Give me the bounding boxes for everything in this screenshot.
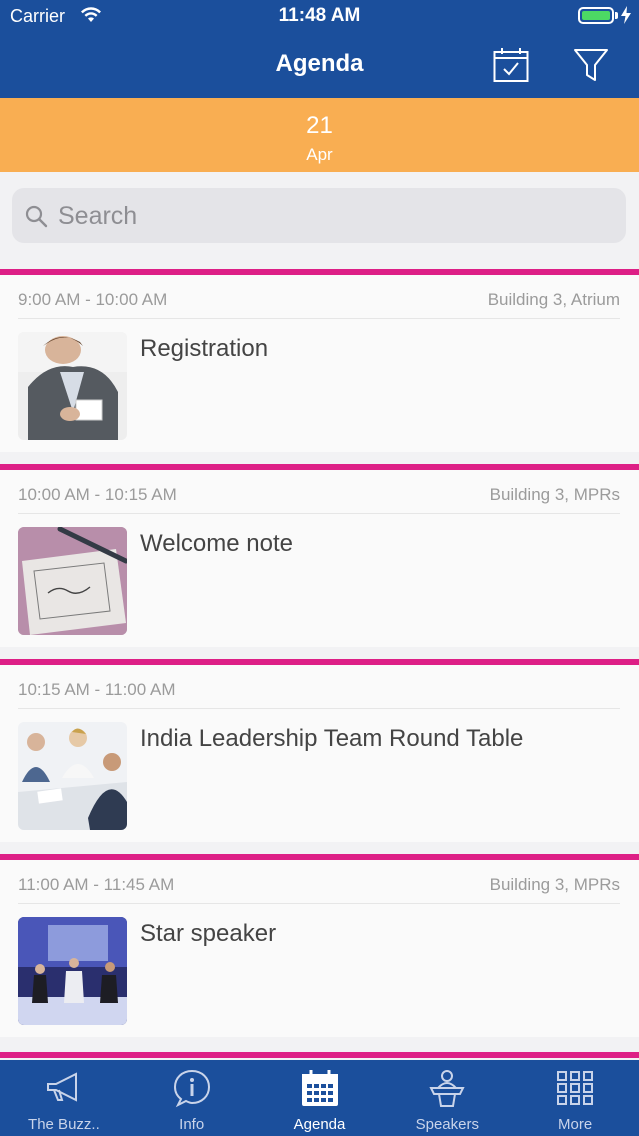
session-thumbnail [18,917,127,1025]
tab-label: The Buzz.. [28,1116,100,1133]
session-title: Star speaker [140,920,277,947]
charging-bolt-icon [621,6,631,24]
session-time: 10:15 AM - 11:00 AM [18,680,176,699]
megaphone-icon [47,1072,77,1102]
search-placeholder: Search [58,202,138,230]
tab-bar: The Buzz.. Info Agenda Speakers More [0,1060,639,1136]
divider [18,903,620,904]
status-bar: Carrier 11:48 AM [0,0,639,32]
divider [18,513,620,514]
session-location: Building 3, MPRs [489,485,620,504]
grid-icon [557,1071,594,1105]
tab-label: Agenda [293,1116,346,1133]
session-time: 9:00 AM - 10:00 AM [18,290,168,309]
session-location: Building 3, MPRs [489,875,620,894]
date-month: Apr [306,145,333,164]
calendar-icon [301,1070,338,1106]
clock-time: 11:48 AM [278,5,361,26]
session-time: 10:00 AM - 10:15 AM [18,485,177,504]
search-area: Search [0,172,639,269]
session-card[interactable]: 10:15 AM - 11:00 AM India Leadership Tea… [0,659,639,842]
session-thumbnail [18,722,127,830]
tab-bar-accent [0,1052,639,1058]
session-title: Welcome note [140,530,293,557]
session-time: 11:00 AM - 11:45 AM [18,875,175,894]
calendar-check-icon[interactable] [492,46,530,84]
tab-speakers[interactable]: Speakers [383,1060,511,1136]
session-card[interactable]: 10:00 AM - 10:15 AM Building 3, MPRs Wel… [0,464,639,647]
page-title: Agenda [275,50,364,77]
session-title: India Leadership Team Round Table [140,725,524,752]
navigation-bar: Agenda [0,32,639,98]
tab-label: Speakers [415,1116,479,1133]
tab-label: More [557,1116,593,1133]
tab-info[interactable]: Info [128,1060,256,1136]
speaker-podium-icon [429,1070,466,1107]
filter-icon[interactable] [572,46,610,84]
search-input[interactable]: Search [12,188,626,243]
date-selector[interactable]: 21 Apr [0,98,639,172]
divider [18,708,620,709]
tab-the-buzz[interactable]: The Buzz.. [0,1060,128,1136]
date-day: 21 [306,112,333,139]
search-icon [25,205,48,228]
session-card[interactable]: 9:00 AM - 10:00 AM Building 3, Atrium Re… [0,269,639,452]
battery-icon [578,7,614,24]
tab-agenda[interactable]: Agenda [256,1060,384,1136]
session-location: Building 3, Atrium [487,290,620,309]
tab-label: Info [179,1116,205,1133]
session-title: Registration [140,335,269,362]
divider [18,318,620,319]
info-icon [173,1069,210,1108]
tab-more[interactable]: More [511,1060,639,1136]
session-card[interactable]: 11:00 AM - 11:45 AM Building 3, MPRs Sta… [0,854,639,1037]
session-thumbnail [18,527,127,635]
session-thumbnail [18,332,127,440]
